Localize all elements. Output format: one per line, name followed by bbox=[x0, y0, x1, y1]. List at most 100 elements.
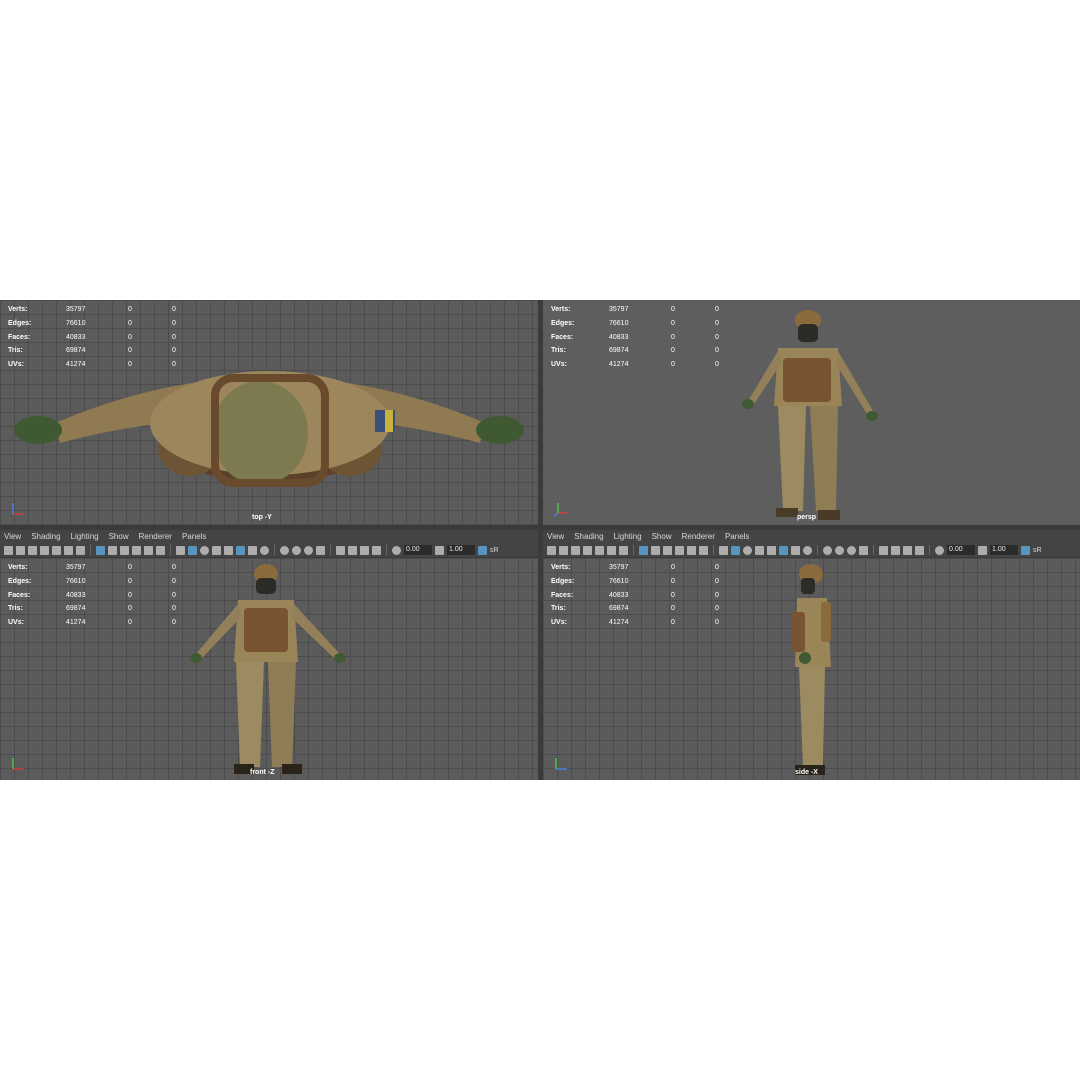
camera-icon[interactable] bbox=[4, 545, 13, 555]
viewport-top[interactable]: Verts: 35797 0 0 Edges: 76610 0 0 Faces: 40833 0… bbox=[0, 300, 538, 525]
isolate-icon[interactable] bbox=[336, 545, 345, 555]
textured-icon[interactable] bbox=[767, 545, 776, 555]
hud-row-uvs: UVs: 41274 0 0 bbox=[8, 619, 176, 627]
ambient-occlusion-icon[interactable] bbox=[280, 545, 289, 555]
xray-joints-icon[interactable] bbox=[891, 545, 900, 555]
menu-show[interactable]: Show bbox=[109, 532, 129, 541]
toolbar-divider bbox=[90, 545, 91, 555]
menu-lighting[interactable]: Lighting bbox=[71, 532, 99, 541]
anti-alias-icon[interactable] bbox=[304, 545, 313, 555]
texture-icon[interactable] bbox=[743, 545, 752, 555]
camera-label-persp: persp bbox=[797, 514, 817, 521]
field-chart-icon[interactable] bbox=[687, 545, 696, 555]
lasso-icon[interactable] bbox=[28, 545, 37, 555]
wireframe-on-shaded-icon[interactable] bbox=[212, 545, 221, 555]
xray-icon[interactable] bbox=[236, 545, 245, 555]
depth-of-field-icon[interactable] bbox=[316, 545, 325, 555]
xray-active-icon[interactable] bbox=[903, 545, 912, 555]
toolbar-divider bbox=[170, 545, 171, 555]
hud-row-edges: Edges: 76610 0 0 bbox=[551, 578, 719, 586]
menu-lighting[interactable]: Lighting bbox=[614, 532, 642, 541]
grid-icon[interactable] bbox=[639, 545, 648, 555]
exposure-icon[interactable] bbox=[392, 545, 401, 555]
hud-row-edges: Edges: 76610 0 0 bbox=[8, 578, 176, 586]
gate-mask-icon[interactable] bbox=[699, 545, 708, 555]
color-management-icon[interactable] bbox=[478, 545, 487, 555]
field-chart-icon[interactable] bbox=[144, 545, 153, 555]
gamma-icon[interactable] bbox=[435, 545, 444, 555]
exposure-field[interactable]: 0.00 bbox=[947, 545, 975, 555]
camera-icon[interactable] bbox=[547, 545, 556, 555]
wireframe-on-shaded-icon[interactable] bbox=[755, 545, 764, 555]
menu-panels[interactable]: Panels bbox=[725, 532, 749, 541]
anti-alias-icon[interactable] bbox=[847, 545, 856, 555]
xray-joints-icon[interactable] bbox=[348, 545, 357, 555]
soldier-model-top[interactable] bbox=[10, 338, 530, 488]
textured-icon[interactable] bbox=[224, 545, 233, 555]
exposure-field[interactable]: 0.00 bbox=[404, 545, 432, 555]
light-icon[interactable] bbox=[248, 545, 257, 555]
color-management-icon[interactable] bbox=[1021, 545, 1030, 555]
smooth-shade-icon[interactable] bbox=[188, 545, 197, 555]
colorspace-label[interactable]: sR bbox=[1033, 547, 1042, 554]
viewport-side[interactable]: Verts: 35797 0 0 Edges: 76610 0 0 Faces: 40833 0… bbox=[543, 558, 1080, 780]
isolate-icon[interactable] bbox=[879, 545, 888, 555]
menu-shading[interactable]: Shading bbox=[31, 532, 60, 541]
smooth-shade-icon[interactable] bbox=[731, 545, 740, 555]
resolution-gate-icon[interactable] bbox=[663, 545, 672, 555]
safe-area-icon[interactable] bbox=[675, 545, 684, 555]
scale-icon[interactable] bbox=[76, 545, 85, 555]
exposure-icon[interactable] bbox=[935, 545, 944, 555]
light-icon[interactable] bbox=[791, 545, 800, 555]
gamma-field[interactable]: 1.00 bbox=[447, 545, 475, 555]
shadow-icon[interactable] bbox=[803, 545, 812, 555]
backface-icon[interactable] bbox=[915, 545, 924, 555]
gate-mask-icon[interactable] bbox=[156, 545, 165, 555]
motion-blur-icon[interactable] bbox=[292, 545, 301, 555]
viewport-front[interactable]: Verts: 35797 0 0 Edges: 76610 0 0 Faces: 40833 0… bbox=[0, 558, 538, 780]
menu-renderer[interactable]: Renderer bbox=[139, 532, 172, 541]
toolbar-divider bbox=[330, 545, 331, 555]
scale-icon[interactable] bbox=[619, 545, 628, 555]
backface-icon[interactable] bbox=[372, 545, 381, 555]
toolbar-divider bbox=[929, 545, 930, 555]
depth-of-field-icon[interactable] bbox=[859, 545, 868, 555]
menu-panels[interactable]: Panels bbox=[182, 532, 206, 541]
menu-view[interactable]: View bbox=[4, 532, 21, 541]
hud-row-tris: Tris: 69874 0 0 bbox=[8, 605, 176, 613]
move-icon[interactable] bbox=[595, 545, 604, 555]
soldier-model-front[interactable] bbox=[188, 562, 348, 778]
resolution-gate-icon[interactable] bbox=[120, 545, 129, 555]
shadow-icon[interactable] bbox=[260, 545, 269, 555]
menu-show[interactable]: Show bbox=[652, 532, 672, 541]
bookmark-icon[interactable] bbox=[40, 545, 49, 555]
safe-area-icon[interactable] bbox=[132, 545, 141, 555]
bookmark-icon[interactable] bbox=[583, 545, 592, 555]
grid-icon[interactable] bbox=[96, 545, 105, 555]
gamma-field[interactable]: 1.00 bbox=[990, 545, 1018, 555]
menu-shading[interactable]: Shading bbox=[574, 532, 603, 541]
viewport-panel-layout: Verts: 35797 0 0 Edges: 76610 0 0 Faces: 40833 0… bbox=[0, 300, 1080, 780]
xray-icon[interactable] bbox=[779, 545, 788, 555]
rotate-icon[interactable] bbox=[64, 545, 73, 555]
move-icon[interactable] bbox=[52, 545, 61, 555]
wireframe-icon[interactable] bbox=[176, 545, 185, 555]
xray-active-icon[interactable] bbox=[360, 545, 369, 555]
soldier-model-side[interactable] bbox=[783, 562, 843, 778]
lasso-icon[interactable] bbox=[571, 545, 580, 555]
colorspace-label[interactable]: sR bbox=[490, 547, 499, 554]
film-gate-icon[interactable] bbox=[108, 545, 117, 555]
select-icon[interactable] bbox=[16, 545, 25, 555]
menu-renderer[interactable]: Renderer bbox=[682, 532, 715, 541]
gamma-icon[interactable] bbox=[978, 545, 987, 555]
soldier-model-persp[interactable] bbox=[738, 306, 888, 524]
texture-icon[interactable] bbox=[200, 545, 209, 555]
motion-blur-icon[interactable] bbox=[835, 545, 844, 555]
select-icon[interactable] bbox=[559, 545, 568, 555]
menu-view[interactable]: View bbox=[547, 532, 564, 541]
viewport-persp[interactable]: Verts: 35797 0 0 Edges: 76610 0 0 Faces: 40833 0… bbox=[543, 300, 1080, 525]
wireframe-icon[interactable] bbox=[719, 545, 728, 555]
ambient-occlusion-icon[interactable] bbox=[823, 545, 832, 555]
rotate-icon[interactable] bbox=[607, 545, 616, 555]
film-gate-icon[interactable] bbox=[651, 545, 660, 555]
